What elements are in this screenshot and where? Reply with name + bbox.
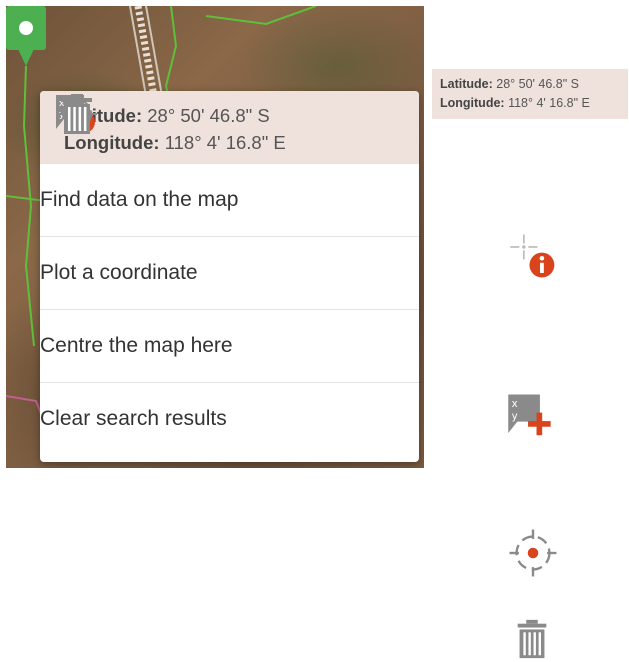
plot-coordinate-icon: x y [508,394,551,436]
centre-map-menu-item[interactable]: Centre the map here [40,94,419,382]
map-context-popup: Latitude: 28° 50' 46.8" S Longitude: 118… [40,91,419,462]
crosshair-icon [509,529,557,577]
plot-coordinate-label: Plot a coordinate [40,261,198,284]
svg-text:y: y [512,411,518,422]
centre-map-label: Centre the map here [40,334,233,357]
map-view[interactable]: Latitude: 28° 50' 46.8" S Longitude: 118… [6,6,424,468]
find-data-label: Find data on the map [40,188,239,211]
longitude-value: 118° 4' 16.8" E [164,132,286,153]
latitude-line: Latitude: 28° 50' 46.8" S [64,102,419,129]
tooltip-latitude-value: 28° 50' 46.8" S [496,77,579,91]
find-data-menu-item[interactable]: Find data on the map [40,95,419,236]
svg-text:x: x [512,399,518,410]
clear-results-label: Clear search results [40,407,227,430]
clear-results-menu-item[interactable]: Clear search results [40,94,419,455]
trash-icon [517,619,547,659]
trash-icon [62,94,92,134]
longitude-line: Longitude: 118° 4' 16.8" E [64,129,419,156]
tooltip-longitude-line: Longitude: 118° 4' 16.8" E [440,94,628,113]
tooltip-longitude-label: Longitude: [440,96,505,110]
location-pin-icon[interactable] [6,6,46,66]
tooltip-latitude-line: Latitude: 28° 50' 46.8" S [440,75,628,94]
tooltip-longitude-value: 118° 4' 16.8" E [508,96,590,110]
latitude-value: 28° 50' 46.8" S [147,105,270,126]
coordinates-tooltip: Latitude: 28° 50' 46.8" S Longitude: 118… [432,69,628,119]
plot-coordinate-menu-item[interactable]: x y Plot a coordinate [40,95,419,309]
tooltip-latitude-label: Latitude: [440,77,493,91]
find-data-icon [510,234,555,278]
